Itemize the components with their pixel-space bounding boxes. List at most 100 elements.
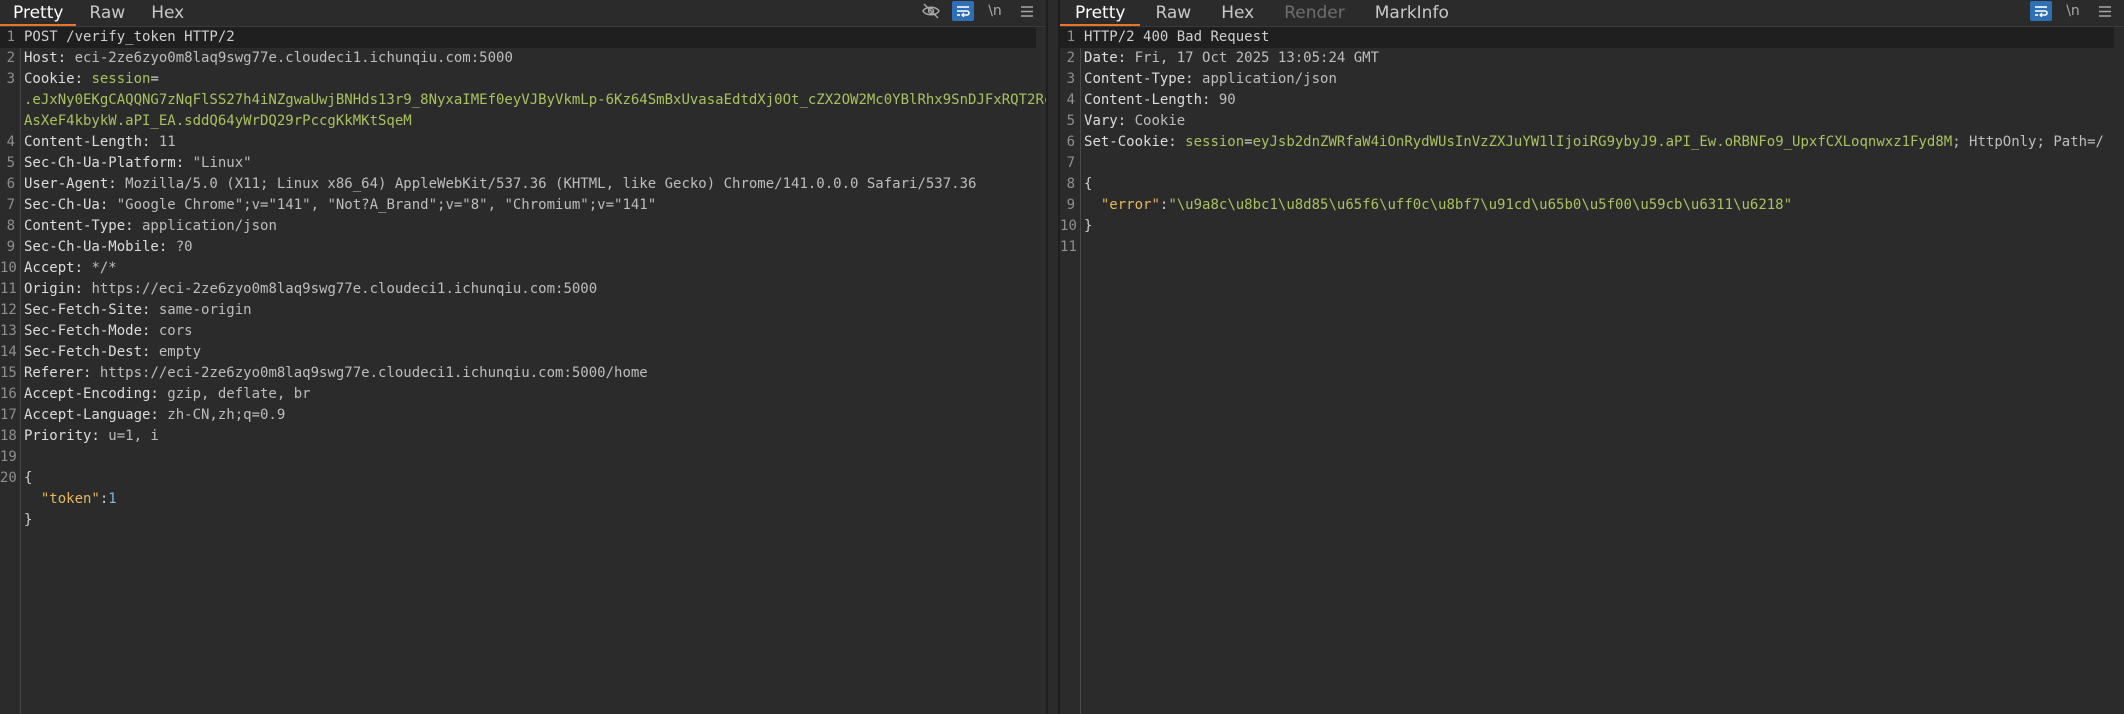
- header-value: zh-CN,zh;q=0.9: [158, 407, 286, 423]
- code-line: 18 Priority: u=1, i: [0, 426, 1046, 447]
- cookie-value: .eJxNy0EKgCAQQNG7zNqFlSS27h4iNZgwaUwjBNH…: [24, 92, 1049, 108]
- tab-markinfo[interactable]: MarkInfo: [1360, 1, 1464, 26]
- header-name: Accept-Language:: [24, 407, 159, 423]
- header-name: Sec-Fetch-Dest:: [24, 344, 151, 360]
- line-number: 1: [6, 29, 15, 45]
- line-number: 10: [1060, 218, 1077, 234]
- tab-pretty[interactable]: Pretty: [0, 1, 77, 26]
- cookie-equals: =: [150, 71, 159, 87]
- header-name: Content-Type:: [1084, 71, 1194, 87]
- code-line: 16 Accept-Encoding: gzip, deflate, br: [0, 384, 1046, 405]
- tab-hex[interactable]: Hex: [1206, 1, 1269, 26]
- code-line: .eJxNy0EKgCAQQNG7zNqFlSS27h4iNZgwaUwjBNH…: [0, 90, 1046, 111]
- line-content: Sec-Fetch-Dest: empty: [20, 342, 201, 363]
- header-value: https://eci-2ze6zyo0m8laq9swg77e.cloudec…: [83, 281, 598, 297]
- newline-icon[interactable]: \n: [984, 1, 1006, 21]
- line-number: 8: [1066, 176, 1076, 192]
- line-content: Sec-Ch-Ua: "Google Chrome";v="141", "Not…: [20, 195, 656, 216]
- code-line: 12 Sec-Fetch-Site: same-origin: [0, 300, 1046, 321]
- line-content: }: [20, 510, 32, 531]
- line-content: Date: Fri, 17 Oct 2025 13:05:24 GMT: [1080, 48, 1379, 69]
- code-line: 9 "error":"\u9a8c\u8bc1\u8d85\u65f6\uff0…: [1060, 195, 2124, 216]
- line-number: 3: [6, 71, 15, 87]
- code-line: 1 POST /verify_token HTTP/2: [0, 27, 1037, 48]
- newline-icon[interactable]: \n: [2062, 1, 2084, 21]
- code-line: "token":1: [0, 489, 1046, 510]
- menu-icon[interactable]: [1016, 1, 1038, 21]
- line-number: 9: [6, 239, 15, 255]
- line-number: 6: [1066, 134, 1076, 150]
- header-value: https://eci-2ze6zyo0m8laq9swg77e.cloudec…: [91, 365, 648, 381]
- header-name: Content-Type:: [24, 218, 134, 234]
- response-editor[interactable]: 1 HTTP/2 400 Bad Request 2 Date: Fri, 17 Oc…: [1060, 27, 2124, 714]
- wrap-lines-icon[interactable]: [2030, 1, 2052, 21]
- line-content: Sec-Fetch-Mode: cors: [20, 321, 193, 342]
- line-content: Accept-Language: zh-CN,zh;q=0.9: [20, 405, 285, 426]
- code-line: 15 Referer: https://eci-2ze6zyo0m8laq9swg…: [0, 363, 1046, 384]
- line-content: [20, 447, 24, 468]
- code-line: 10 Accept: */*: [0, 258, 1046, 279]
- code-line: 17 Accept-Language: zh-CN,zh;q=0.9: [0, 405, 1046, 426]
- line-content: Sec-Ch-Ua-Mobile: ?0: [20, 237, 193, 258]
- line-number: 4: [6, 134, 15, 150]
- line-content: Accept-Encoding: gzip, deflate, br: [20, 384, 311, 405]
- line-content: }: [1080, 216, 1092, 237]
- header-name: Accept-Encoding:: [24, 386, 159, 402]
- header-name: Sec-Fetch-Site:: [24, 302, 151, 318]
- header-value: same-origin: [150, 302, 252, 318]
- line-number: 11: [0, 281, 17, 297]
- header-value: 11: [150, 134, 176, 150]
- header-name: Sec-Ch-Ua-Platform:: [24, 155, 185, 171]
- code-line: 2 Date: Fri, 17 Oct 2025 13:05:24 GMT: [1060, 48, 2124, 69]
- code-line: 11 Origin: https://eci-2ze6zyo0m8laq9swg7…: [0, 279, 1046, 300]
- tab-raw[interactable]: Raw: [1140, 1, 1206, 26]
- line-number: 20: [0, 470, 17, 486]
- header-name: Content-Length:: [24, 134, 151, 150]
- header-value: Fri, 17 Oct 2025 13:05:24 GMT: [1126, 50, 1380, 66]
- tab-hex[interactable]: Hex: [138, 1, 197, 26]
- code-line: 3 Cookie: session=: [0, 69, 1046, 90]
- menu-icon[interactable]: [2094, 1, 2116, 21]
- request-editor[interactable]: 1 POST /verify_token HTTP/2 2 Host: eci-2ze…: [0, 27, 1046, 714]
- tab-render[interactable]: Render: [1269, 1, 1360, 26]
- header-name: Referer:: [24, 365, 92, 381]
- header-name: Host:: [24, 50, 67, 66]
- request-lines: 1 POST /verify_token HTTP/2 2 Host: eci-2ze…: [0, 27, 1046, 531]
- wrap-lines-icon[interactable]: [952, 1, 975, 21]
- header-value: application/json: [133, 218, 277, 234]
- header-name: Sec-Ch-Ua-Mobile:: [24, 239, 168, 255]
- header-value: */*: [83, 260, 117, 276]
- cookie-name: session: [1176, 134, 1245, 150]
- line-number: 13: [0, 323, 17, 339]
- cookie-name: session: [83, 71, 151, 87]
- line-content: Content-Length: 90: [1080, 90, 1236, 111]
- header-name: Accept:: [24, 260, 84, 276]
- header-value: gzip, deflate, br: [158, 386, 311, 402]
- eye-off-icon[interactable]: [920, 1, 942, 21]
- line-content: User-Agent: Mozilla/5.0 (X11; Linux x86_…: [20, 174, 976, 195]
- response-tabbar: Pretty Raw Hex Render MarkInfo \n: [1060, 0, 2124, 27]
- header-name: Date:: [1084, 50, 1127, 66]
- tab-raw[interactable]: Raw: [76, 1, 138, 26]
- line-content: Cookie: session=: [20, 69, 159, 90]
- header-name: Priority:: [24, 428, 100, 444]
- tab-pretty[interactable]: Pretty: [1060, 1, 1141, 26]
- header-value: "Google Chrome";v="141", "Not?A_Brand";v…: [108, 197, 657, 213]
- line-number: 16: [0, 386, 17, 402]
- line-content: Origin: https://eci-2ze6zyo0m8laq9swg77e…: [20, 279, 597, 300]
- line-number: 7: [6, 197, 15, 213]
- code-line: 10}: [1060, 216, 2124, 237]
- line-number: 6: [6, 176, 15, 192]
- header-name: Vary:: [1084, 113, 1127, 129]
- line-number: 19: [0, 449, 17, 465]
- code-line: AsXeF4kbykW.aPI_EA.sddQ64yWrDQ29rPccgKkM…: [0, 111, 1046, 132]
- code-line: 7: [1060, 153, 2124, 174]
- line-number: 18: [0, 428, 17, 444]
- code-line: 5 Sec-Ch-Ua-Platform: "Linux": [0, 153, 1046, 174]
- code-line: 19: [0, 447, 1046, 468]
- request-toolbar: \n: [920, 0, 1038, 22]
- line-number: 9: [1066, 197, 1076, 213]
- code-line: 9 Sec-Ch-Ua-Mobile: ?0: [0, 237, 1046, 258]
- line-content: Host: eci-2ze6zyo0m8laq9swg77e.cloudeci1…: [20, 48, 513, 69]
- line-number: 12: [0, 302, 17, 318]
